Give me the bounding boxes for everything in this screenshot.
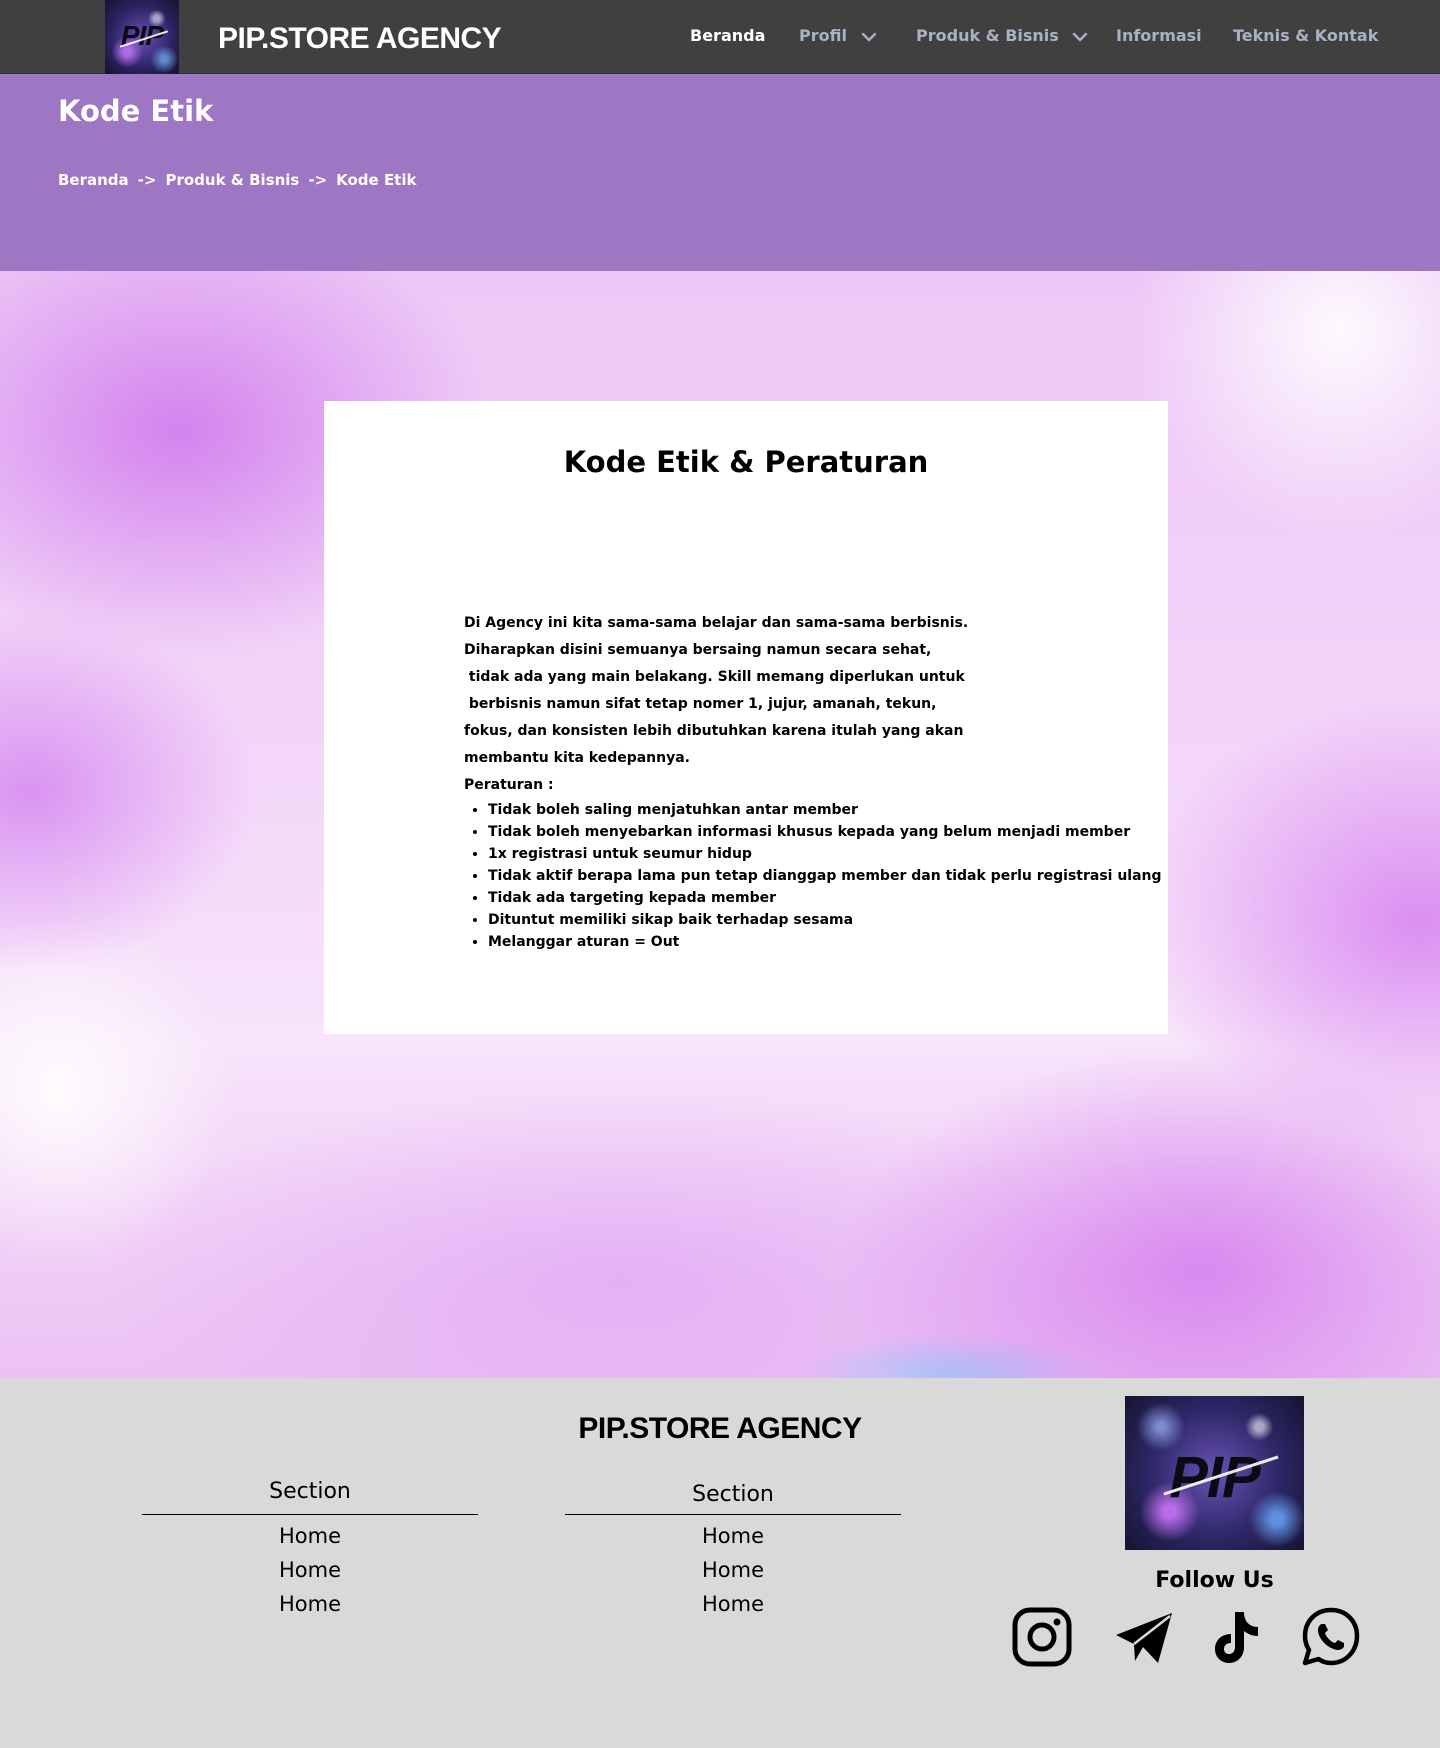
breadcrumb-item-produk-bisnis[interactable]: Produk & Bisnis bbox=[165, 171, 299, 189]
nav-item-profil[interactable]: Profil bbox=[799, 26, 877, 45]
rule-item: Tidak aktif berapa lama pun tetap diangg… bbox=[488, 865, 1162, 887]
rules-list: Tidak boleh saling menjatuhkan antar mem… bbox=[464, 799, 1162, 953]
nav-item-teknis-kontak[interactable]: Teknis & Kontak bbox=[1233, 26, 1378, 45]
brand-logo[interactable]: PIP bbox=[105, 0, 179, 74]
nav-item-beranda[interactable]: Beranda bbox=[690, 26, 765, 45]
tiktok-icon[interactable] bbox=[1205, 1606, 1267, 1668]
chevron-down-icon bbox=[1072, 32, 1088, 42]
navbar: PIP PIP.STORE AGENCY Beranda Profil Prod… bbox=[0, 0, 1440, 74]
rule-item: Tidak ada targeting kepada member bbox=[488, 887, 1154, 909]
footer-link-home[interactable]: Home bbox=[565, 1519, 901, 1553]
footer-logo: PIP bbox=[1125, 1396, 1304, 1550]
footer-link-home[interactable]: Home bbox=[142, 1519, 478, 1553]
footer-column-title: Section bbox=[142, 1479, 478, 1515]
rule-item: Dituntut memiliki sikap baik terhadap se… bbox=[488, 909, 1154, 931]
card-title: Kode Etik & Peraturan bbox=[563, 445, 929, 479]
nav-item-label: Produk & Bisnis bbox=[916, 26, 1059, 45]
rules-heading: Peraturan : bbox=[464, 777, 554, 793]
breadcrumb-separator: -> bbox=[308, 171, 328, 189]
intro-line: berbisnis namun sifat tetap nomer 1, juj… bbox=[464, 696, 937, 712]
intro-line: Diharapkan disini semuanya bersaing namu… bbox=[464, 642, 932, 658]
nav-item-label: Informasi bbox=[1116, 26, 1202, 45]
nav-item-label: Teknis & Kontak bbox=[1233, 26, 1379, 45]
breadcrumb-separator: -> bbox=[137, 171, 157, 189]
footer-column-1: Section Home Home Home bbox=[142, 1479, 478, 1621]
logo-text: PIP bbox=[120, 20, 164, 51]
page-header: Kode Etik Beranda -> Produk & Bisnis -> Kode… bbox=[0, 74, 1440, 271]
intro-line: Di Agency ini kita sama-sama belajar dan… bbox=[464, 615, 969, 631]
footer-column-2: Section Home Home Home bbox=[565, 1482, 901, 1621]
breadcrumb-item-kode-etik: Kode Etik bbox=[336, 171, 417, 189]
instagram-icon[interactable] bbox=[1011, 1606, 1073, 1668]
breadcrumb-item-beranda[interactable]: Beranda bbox=[58, 171, 129, 189]
nav-item-produk-bisnis[interactable]: Produk & Bisnis bbox=[916, 26, 1088, 45]
brand-name[interactable]: PIP.STORE AGENCY bbox=[218, 22, 502, 56]
footer-column-title: Section bbox=[565, 1482, 901, 1515]
whatsapp-icon[interactable] bbox=[1300, 1606, 1362, 1668]
intro-line: membantu kita kedepannya. bbox=[464, 750, 691, 766]
intro-line: tidak ada yang main belakang. Skill mema… bbox=[464, 669, 965, 685]
rule-item: 1x registrasi untuk seumur hidup bbox=[488, 843, 1154, 865]
footer: PIP.STORE AGENCY Section Home Home Home … bbox=[0, 1378, 1440, 1748]
footer-link-home[interactable]: Home bbox=[565, 1587, 901, 1621]
chevron-down-icon bbox=[861, 32, 877, 42]
page-title: Kode Etik bbox=[58, 94, 214, 128]
footer-link-home[interactable]: Home bbox=[142, 1553, 478, 1587]
footer-link-home[interactable]: Home bbox=[142, 1587, 478, 1621]
nav-item-label: Profil bbox=[799, 26, 847, 45]
rule-item: Tidak boleh saling menjatuhkan antar mem… bbox=[488, 799, 1154, 821]
nav-item-informasi[interactable]: Informasi bbox=[1116, 26, 1202, 45]
telegram-icon[interactable] bbox=[1113, 1606, 1175, 1668]
content-card: Kode Etik & Peraturan Di Agency ini kita… bbox=[324, 401, 1168, 1034]
rule-item: Melanggar aturan = Out bbox=[488, 931, 1154, 953]
breadcrumb: Beranda -> Produk & Bisnis -> Kode Etik bbox=[58, 171, 416, 189]
intro-line: fokus, dan konsisten lebih dibutuhkan ka… bbox=[464, 723, 964, 739]
card-body: Di Agency ini kita sama-sama belajar dan… bbox=[464, 610, 1162, 953]
follow-us-label: Follow Us bbox=[1155, 1568, 1274, 1593]
footer-link-home[interactable]: Home bbox=[565, 1553, 901, 1587]
rule-item: Tidak boleh menyebarkan informasi khusus… bbox=[488, 821, 1154, 843]
nav-item-label: Beranda bbox=[690, 26, 766, 45]
